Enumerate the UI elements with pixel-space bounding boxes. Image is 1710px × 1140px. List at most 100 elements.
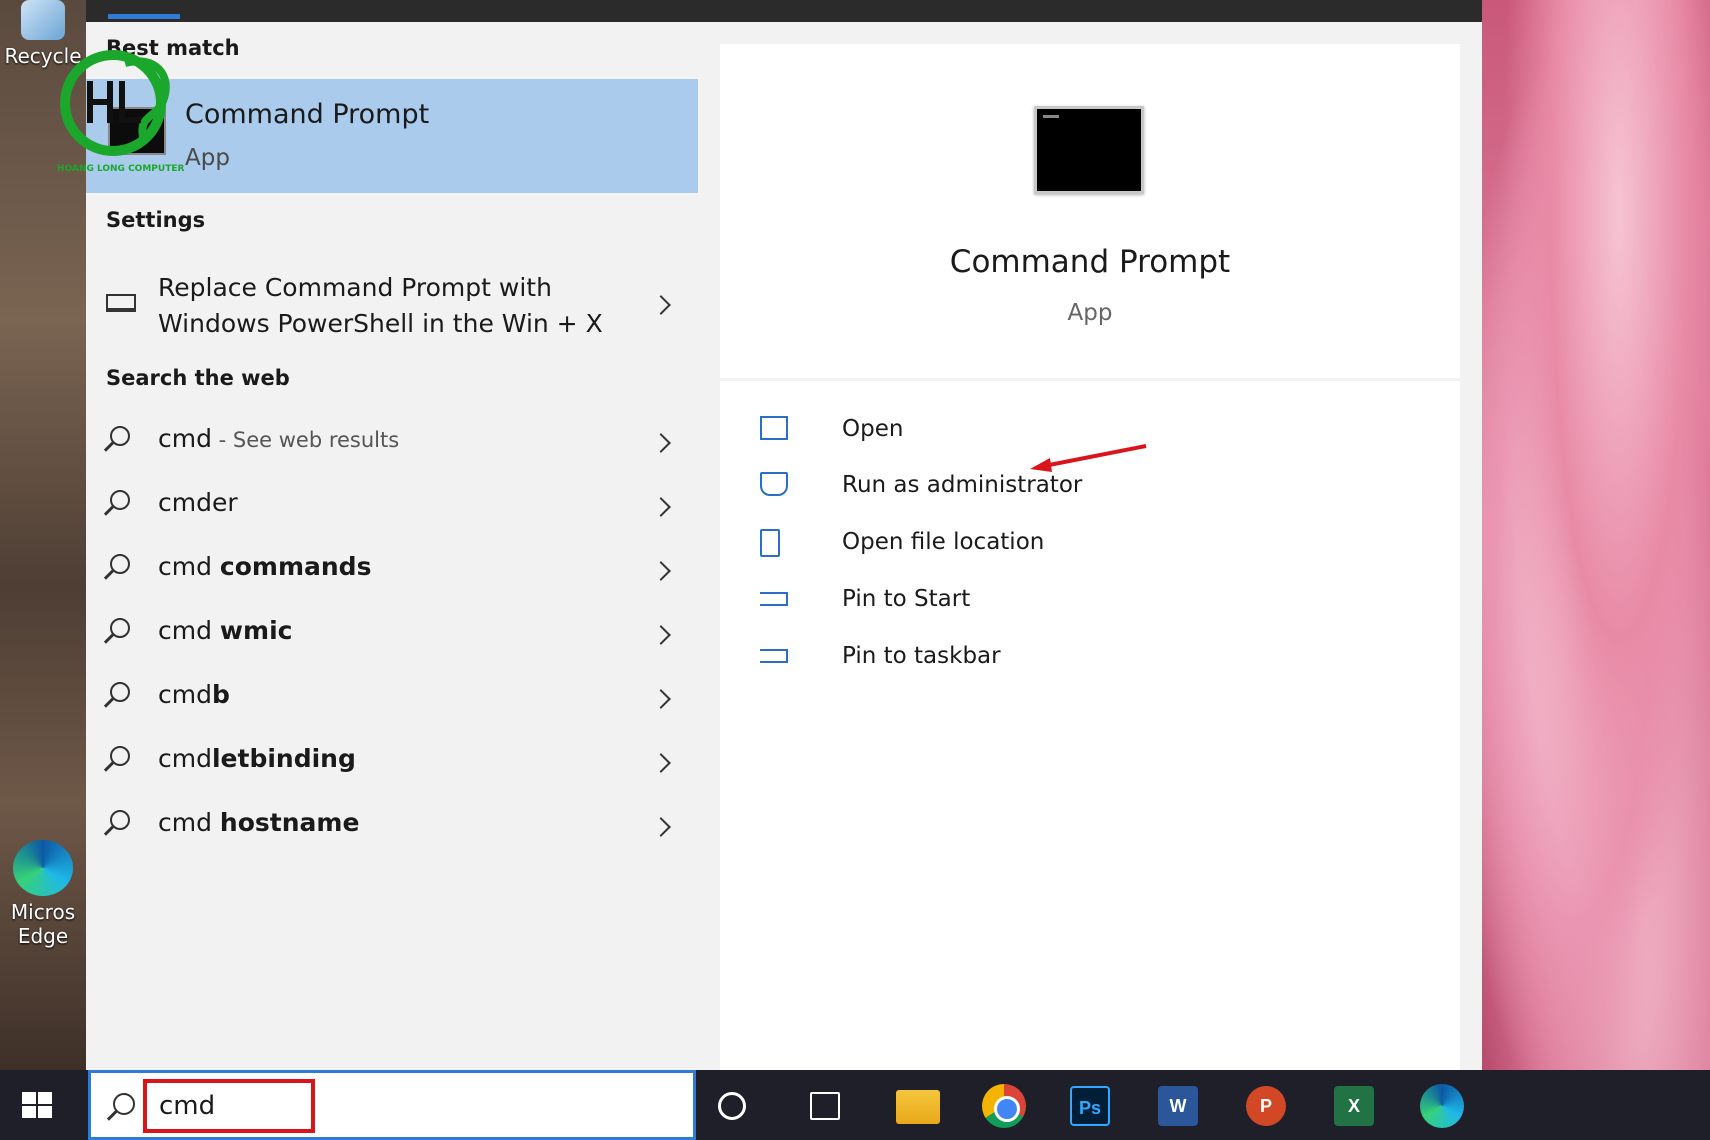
logo-text: HOANG LONG COMPUTER	[57, 164, 184, 174]
action-pin-to-taskbar[interactable]: Pin to taskbar	[756, 639, 1256, 679]
best-match-subtitle: App	[185, 145, 230, 171]
web-result-label: cmd hostname	[158, 808, 359, 837]
powerpoint-icon[interactable]: P	[1246, 1086, 1286, 1126]
chevron-right-icon[interactable]	[651, 753, 671, 773]
recycle-bin-icon	[21, 0, 65, 40]
details-card: Command Prompt App Open Run as administr…	[720, 44, 1460, 1070]
active-tab-indicator	[108, 14, 180, 19]
settings-item-line-1: Replace Command Prompt with	[158, 273, 552, 302]
search-results-pane: Best match Command Prompt App Settings R…	[86, 22, 700, 1070]
settings-replace-powershell[interactable]: Replace Command Prompt with Windows Powe…	[86, 260, 698, 350]
windows-logo-pane	[38, 1092, 52, 1104]
shield-icon	[760, 472, 788, 496]
action-pin-to-taskbar-label: Pin to taskbar	[842, 643, 1001, 669]
web-result-bold: hostname	[219, 808, 360, 837]
edge-icon	[13, 840, 73, 896]
word-icon[interactable]: W	[1158, 1086, 1198, 1126]
web-result-plain: cmd	[158, 552, 220, 581]
web-result-plain: cmd	[158, 616, 220, 645]
chrome-icon[interactable]	[982, 1084, 1026, 1128]
web-result-item[interactable]: cmdb	[86, 670, 698, 728]
web-result-bold: letbinding	[211, 744, 356, 773]
annotation-arrow	[1030, 444, 1147, 472]
search-web-header: Search the web	[106, 366, 290, 390]
edge-desktop-icon[interactable]: Micros Edge	[0, 840, 86, 948]
search-icon	[110, 682, 130, 702]
web-result-label: cmdletbinding	[158, 744, 356, 773]
action-run-as-administrator[interactable]: Run as administrator	[756, 468, 1256, 508]
search-input[interactable]	[143, 1079, 315, 1133]
web-result-item[interactable]: cmd wmic	[86, 606, 698, 664]
hoang-long-computer-logo: HOANG LONG COMPUTER	[57, 50, 184, 174]
web-result-label: cmd commands	[158, 552, 371, 581]
web-result-item[interactable]: cmdletbinding	[86, 734, 698, 792]
open-icon	[760, 416, 788, 440]
action-open-label: Open	[842, 416, 904, 442]
edge-desktop-label: Micros Edge	[10, 900, 76, 948]
excel-icon[interactable]: X	[1334, 1086, 1374, 1126]
action-pin-to-start[interactable]: Pin to Start	[756, 582, 1256, 622]
file-location-icon	[760, 529, 780, 557]
search-icon	[110, 618, 130, 638]
details-title: Command Prompt	[949, 244, 1231, 280]
details-divider	[720, 378, 1460, 381]
search-icon	[110, 490, 130, 510]
web-result-bold: b	[211, 680, 230, 709]
details-pane: Command Prompt App Open Run as administr…	[700, 22, 1482, 1070]
start-button[interactable]	[22, 1092, 54, 1120]
web-result-label: cmder	[158, 488, 238, 517]
cortana-icon[interactable]	[718, 1092, 746, 1120]
chevron-right-icon[interactable]	[651, 497, 671, 517]
web-result-plain: cmd	[158, 744, 212, 773]
taskbar: Ps W P X	[0, 1070, 1710, 1140]
settings-item-text: Replace Command Prompt with Windows Powe…	[158, 270, 638, 342]
search-icon	[110, 746, 130, 766]
web-result-suffix: - See web results	[211, 428, 400, 452]
chevron-right-icon[interactable]	[651, 295, 671, 315]
web-result-item[interactable]: cmder	[86, 478, 698, 536]
windows-logo-pane	[22, 1106, 36, 1118]
web-result-plain: cmder	[158, 488, 238, 517]
web-result-bold: wmic	[219, 616, 293, 645]
settings-item-line-2: Windows PowerShell in the Win + X	[158, 309, 603, 338]
web-result-plain: cmd	[158, 808, 220, 837]
file-explorer-icon[interactable]	[896, 1090, 940, 1124]
keyboard-icon	[106, 294, 136, 312]
action-open[interactable]: Open	[756, 412, 1256, 452]
action-pin-to-start-label: Pin to Start	[842, 586, 971, 612]
taskbar-search-box[interactable]	[88, 1070, 696, 1140]
search-icon	[113, 1093, 135, 1115]
chevron-right-icon[interactable]	[651, 433, 671, 453]
web-result-item[interactable]: cmd commands	[86, 542, 698, 600]
search-icon	[110, 810, 130, 830]
action-open-file-location[interactable]: Open file location	[756, 525, 1256, 565]
web-result-item[interactable]: cmd hostname	[86, 798, 698, 856]
action-run-as-administrator-label: Run as administrator	[842, 472, 1083, 498]
photoshop-icon[interactable]: Ps	[1070, 1086, 1110, 1126]
desktop-wallpaper-right	[1482, 0, 1710, 1070]
web-result-bold: commands	[219, 552, 372, 581]
settings-header: Settings	[106, 208, 206, 232]
chevron-right-icon[interactable]	[651, 817, 671, 837]
web-result-item[interactable]: cmd - See web results	[86, 414, 698, 472]
chevron-right-icon[interactable]	[651, 625, 671, 645]
web-result-plain: cmd	[158, 424, 212, 453]
task-view-icon[interactable]	[810, 1092, 840, 1120]
web-result-label: cmd - See web results	[158, 424, 399, 453]
chevron-right-icon[interactable]	[651, 561, 671, 581]
web-result-plain: cmd	[158, 680, 212, 709]
action-open-file-location-label: Open file location	[842, 529, 1045, 555]
best-match-title: Command Prompt	[185, 99, 430, 130]
command-prompt-large-icon	[1034, 106, 1144, 194]
web-result-label: cmdb	[158, 680, 230, 709]
edge-icon[interactable]	[1420, 1084, 1464, 1128]
details-subtitle: App	[1067, 300, 1113, 326]
windows-logo-pane	[38, 1106, 52, 1118]
chevron-right-icon[interactable]	[651, 689, 671, 709]
search-icon	[110, 426, 130, 446]
pin-icon	[760, 649, 788, 663]
windows-logo-icon	[22, 1092, 36, 1104]
search-tab-strip	[86, 0, 1482, 22]
search-icon	[110, 554, 130, 574]
pin-icon	[760, 592, 788, 606]
